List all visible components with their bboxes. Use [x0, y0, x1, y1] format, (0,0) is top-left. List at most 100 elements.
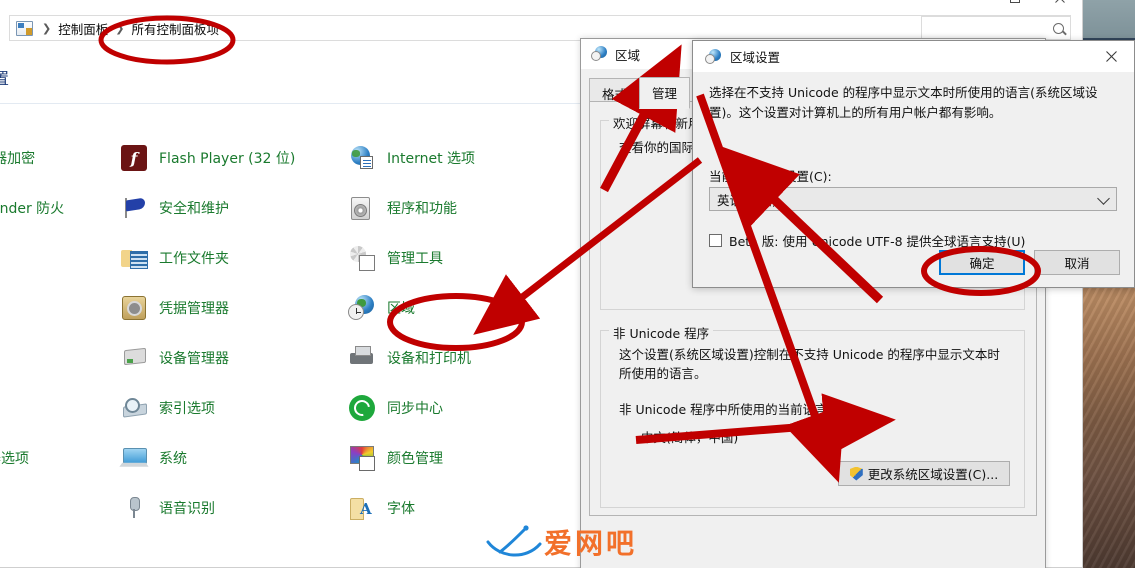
current-locale-value: 英语(美国) [717, 192, 777, 208]
nonunicode-group: 非 Unicode 程序 这个设置(系统区域设置)控制在不支持 Unicode … [600, 323, 1025, 508]
cp-item-credential-manager[interactable]: 凭据管理器 [117, 283, 345, 333]
cancel-button[interactable]: 取消 [1034, 250, 1120, 275]
region-settings-description: 选择在不支持 Unicode 的程序中显示文本时所使用的语言(系统区域设置)。这… [709, 85, 1098, 120]
breadcrumb-separator-2: ❯ [115, 21, 125, 35]
cp-item-programs-features[interactable]: 程序和功能 [345, 183, 573, 233]
internet-options-icon [347, 143, 377, 173]
cp-item-programs[interactable]: 程序 [0, 283, 117, 333]
cp-item-device-manager[interactable]: 设备管理器 [117, 333, 345, 383]
checkbox-box[interactable] [709, 234, 722, 247]
region-icon [705, 48, 722, 65]
current-locale-label: 当前系统区域设置(C): [709, 169, 832, 184]
flag-icon [119, 193, 149, 223]
cp-item-label: 系统 [159, 451, 187, 467]
indexing-options-icon [119, 393, 149, 423]
cp-item-color-management[interactable]: 颜色管理 [345, 433, 573, 483]
cp-item-blank [0, 383, 117, 433]
region-settings-titlebar: 区域设置 [693, 41, 1134, 72]
cp-item-label: lows Defender 防火 [0, 201, 65, 217]
nonunicode-legend: 非 Unicode 程序 [609, 323, 714, 342]
close-button[interactable] [1037, 0, 1082, 13]
cp-item-label: 颜色管理 [387, 451, 443, 467]
cp-item-sync-center[interactable]: 同步中心 [345, 383, 573, 433]
cp-item-label: 工作文件夹 [159, 251, 229, 267]
utf8-beta-checkbox[interactable]: Beta 版: 使用 Unicode UTF-8 提供全球语言支持(U) [709, 231, 1025, 250]
cp-item-defender-firewall[interactable]: lows Defender 防火 [0, 183, 117, 233]
cp-item-label: Internet 选项 [387, 151, 476, 167]
cp-item-admin-tools[interactable]: 管理工具 [345, 233, 573, 283]
tab-format-label: 格式 [602, 87, 628, 102]
cp-item-label: cker 驱动器加密 [0, 151, 36, 167]
cp-item-label: 资源管理器选项 [0, 451, 29, 467]
ok-button[interactable]: 确定 [939, 250, 1025, 275]
cp-item-label: 设备管理器 [159, 351, 229, 367]
cp-item-date-time[interactable]: 和时间 [0, 333, 117, 383]
region-settings-buttons: 确定 取消 [939, 250, 1120, 275]
screenshot-root: ❯ 控制面板 ❯ 所有控制面板项 的设置 cker 驱动器加密 f Flash … [0, 0, 1135, 568]
cp-item-flash-player[interactable]: f Flash Player (32 位) [117, 133, 345, 183]
cp-item-label: 字体 [387, 501, 415, 517]
cp-item-label: 同步中心 [387, 401, 443, 417]
color-management-icon [347, 443, 377, 473]
programs-icon [347, 193, 377, 223]
search-input[interactable] [921, 16, 1071, 40]
tab-administrative[interactable]: 管理 [639, 77, 691, 109]
control-panel-icon [16, 20, 33, 36]
shield-icon [849, 466, 863, 481]
system-icon [119, 443, 149, 473]
cp-item-label: 安全和维护 [159, 201, 229, 217]
cp-item-label: 区域 [387, 301, 415, 317]
admin-tools-icon [347, 243, 377, 273]
change-system-locale-button[interactable]: 更改系统区域设置(C)... [838, 461, 1010, 486]
page-title: 的设置 [0, 69, 10, 88]
region-icon [591, 46, 608, 62]
cp-item-label: Flash Player (32 位) [159, 151, 296, 167]
flash-icon: f [119, 143, 149, 173]
breadcrumb-item-all-items[interactable]: 所有控制面板项 [127, 19, 223, 38]
minimize-button[interactable] [947, 0, 992, 13]
region-dialog-title: 区域 [615, 47, 641, 63]
chevron-down-icon [1097, 192, 1110, 205]
change-system-locale-label: 更改系统区域设置(C)... [867, 467, 999, 482]
cp-item-options[interactable]: 选项 [0, 233, 117, 283]
nonunicode-current-language: 中文(简体，中国) [641, 430, 739, 445]
cp-item-system[interactable]: 系统 [117, 433, 345, 483]
maximize-button[interactable] [992, 0, 1037, 13]
window-controls [947, 0, 1082, 13]
fonts-icon [347, 493, 377, 523]
region-settings-title: 区域设置 [730, 50, 781, 65]
speech-recognition-icon [119, 493, 149, 523]
cp-item-label: 程序和功能 [387, 201, 457, 217]
cancel-button-label: 取消 [1064, 256, 1090, 271]
cp-item-region[interactable]: 区域 [345, 283, 573, 333]
cp-item-devices-printers[interactable]: 设备和打印机 [345, 333, 573, 383]
cp-item-explorer-options[interactable]: 资源管理器选项 [0, 433, 117, 483]
cp-item-internet-options[interactable]: Internet 选项 [345, 133, 573, 183]
control-panel-titlebar [0, 0, 1082, 13]
cp-item-work-folders[interactable]: 工作文件夹 [117, 233, 345, 283]
cp-item-label: 管理工具 [387, 251, 443, 267]
welcome-screen-legend: 欢迎屏幕和新用 [609, 113, 705, 132]
device-manager-icon [119, 343, 149, 373]
tab-administrative-label: 管理 [652, 86, 678, 101]
cp-item-label: 设备和打印机 [387, 351, 471, 367]
close-icon[interactable] [1089, 41, 1134, 72]
sync-center-icon [347, 393, 377, 423]
search-icon [1053, 22, 1064, 34]
utf8-beta-label: Beta 版: 使用 Unicode UTF-8 提供全球语言支持(U) [729, 234, 1026, 249]
cp-item-label: 凭据管理器 [159, 301, 229, 317]
cp-item-label: 索引选项 [159, 401, 215, 417]
cp-item-label: 语音识别 [159, 501, 215, 517]
cp-item-user-accounts[interactable]: 帐户 [0, 483, 117, 533]
cp-item-bitlocker[interactable]: cker 驱动器加密 [0, 133, 117, 183]
cp-item-fonts[interactable]: 字体 [345, 483, 573, 533]
ok-button-label: 确定 [969, 256, 995, 271]
cp-item-speech-recognition[interactable]: 语音识别 [117, 483, 345, 533]
cp-item-security-maintenance[interactable]: 安全和维护 [117, 183, 345, 233]
breadcrumb-separator: ❯ [42, 21, 52, 35]
cp-item-indexing-options[interactable]: 索引选项 [117, 383, 345, 433]
current-locale-select[interactable]: 英语(美国) [709, 187, 1117, 211]
region-icon [347, 293, 377, 323]
breadcrumb-item-control-panel[interactable]: 控制面板 [54, 19, 112, 38]
credential-manager-icon [119, 293, 149, 323]
